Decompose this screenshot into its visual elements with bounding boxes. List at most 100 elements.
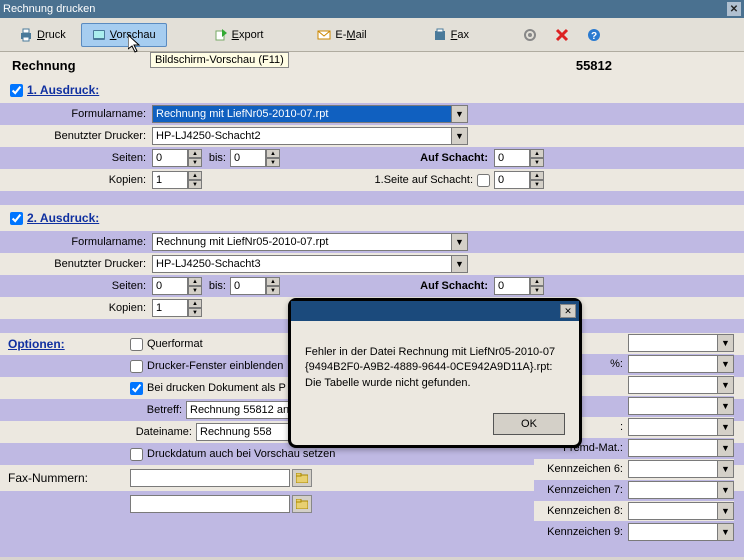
kv-input-5[interactable] xyxy=(628,418,718,436)
seite1-checkbox[interactable] xyxy=(477,174,490,187)
seite1-up[interactable]: ▲ xyxy=(530,171,544,180)
kz6-drop[interactable]: ▼ xyxy=(718,460,734,478)
ausdruck2-heading[interactable]: 2. Ausdruck: xyxy=(27,211,99,225)
vorschau-tooltip: Bildschirm-Vorschau (F11) xyxy=(150,52,289,68)
error-close-button[interactable]: ✕ xyxy=(560,304,576,318)
aufschacht1-input[interactable] xyxy=(494,149,530,167)
bis1-down[interactable]: ▼ xyxy=(266,158,280,167)
error-message: Fehler in der Datei Rechnung mit LiefNr0… xyxy=(291,321,579,409)
seite1-input[interactable] xyxy=(494,171,530,189)
bis1-up[interactable]: ▲ xyxy=(266,149,280,158)
kz7-label: Kennzeichen 7: xyxy=(534,484,628,496)
fax-browse-button[interactable] xyxy=(292,469,312,487)
document-type: Rechnung xyxy=(12,58,76,73)
cancel-button[interactable] xyxy=(548,23,576,47)
formularname1-input[interactable] xyxy=(152,105,452,123)
drucker2-label: Benutzter Drucker: xyxy=(0,258,152,270)
formularname2-input[interactable] xyxy=(152,233,452,251)
error-ok-button[interactable]: OK xyxy=(493,413,565,435)
druckerfenster-checkbox[interactable] xyxy=(130,360,143,373)
kz6-input[interactable] xyxy=(628,460,718,478)
kv-input-1[interactable] xyxy=(628,334,718,352)
bis1-input[interactable] xyxy=(230,149,266,167)
druck-button[interactable]: DDruckruck xyxy=(8,23,77,47)
kz8-drop[interactable]: ▼ xyxy=(718,502,734,520)
svg-text:?: ? xyxy=(591,31,597,42)
kv-drop-1[interactable]: ▼ xyxy=(718,334,734,352)
formularname2-dropdown[interactable]: ▼ xyxy=(452,233,468,251)
kv-input-2[interactable] xyxy=(628,355,718,373)
drucker1-dropdown[interactable]: ▼ xyxy=(452,127,468,145)
drucker1-label: Benutzter Drucker: xyxy=(0,130,152,142)
kopien2-up[interactable]: ▲ xyxy=(188,299,202,308)
ausdruck2-checkbox[interactable] xyxy=(10,212,23,225)
seiten2-up[interactable]: ▲ xyxy=(188,277,202,286)
aufschacht2-label: Auf Schacht: xyxy=(280,280,494,292)
vorschau-button[interactable]: Vorschau xyxy=(81,23,167,47)
seite1-down[interactable]: ▼ xyxy=(530,180,544,189)
kz7-input[interactable] xyxy=(628,481,718,499)
bis2-input[interactable] xyxy=(230,277,266,295)
fax-button[interactable]: Fax xyxy=(422,23,480,47)
druckdatum-label: Druckdatum auch bei Vorschau setzen xyxy=(147,448,335,460)
formularname1-label: Formularname: xyxy=(0,108,152,120)
formularname1-dropdown[interactable]: ▼ xyxy=(452,105,468,123)
seiten1-label: Seiten: xyxy=(0,152,152,164)
kv-drop-6[interactable]: ▼ xyxy=(718,439,734,457)
window-close-button[interactable]: ✕ xyxy=(727,2,741,16)
export-icon xyxy=(214,28,228,42)
kz7-drop[interactable]: ▼ xyxy=(718,481,734,499)
aufschacht2-input[interactable] xyxy=(494,277,530,295)
drucker2-input[interactable] xyxy=(152,255,452,273)
aufschacht2-up[interactable]: ▲ xyxy=(530,277,544,286)
querformat-checkbox[interactable] xyxy=(130,338,143,351)
kopien2-input[interactable] xyxy=(152,299,188,317)
help-button[interactable]: ? xyxy=(580,23,608,47)
seiten1-input[interactable] xyxy=(152,149,188,167)
email-button[interactable]: E-Mail xyxy=(306,23,377,47)
document-header: Rechnung 55812 xyxy=(0,52,744,77)
optionen-heading[interactable]: Optionen: xyxy=(8,337,65,351)
ausdruck1-heading[interactable]: 1. Ausdruck: xyxy=(27,83,99,97)
export-button[interactable]: Export xyxy=(203,23,275,47)
dateiname-input[interactable] xyxy=(196,423,291,441)
kz9-drop[interactable]: ▼ xyxy=(718,523,734,541)
kv-drop-5[interactable]: ▼ xyxy=(718,418,734,436)
kopien1-down[interactable]: ▼ xyxy=(188,180,202,189)
beidrucken-checkbox[interactable] xyxy=(130,382,143,395)
folder-icon xyxy=(296,499,308,509)
drucker2-dropdown[interactable]: ▼ xyxy=(452,255,468,273)
seiten1-down[interactable]: ▼ xyxy=(188,158,202,167)
seiten2-down[interactable]: ▼ xyxy=(188,286,202,295)
betreff-input[interactable] xyxy=(186,401,296,419)
kopien1-up[interactable]: ▲ xyxy=(188,171,202,180)
kv-drop-3[interactable]: ▼ xyxy=(718,376,734,394)
seiten2-input[interactable] xyxy=(152,277,188,295)
error-dialog: ✕ Fehler in der Datei Rechnung mit LiefN… xyxy=(288,298,582,448)
aufschacht1-down[interactable]: ▼ xyxy=(530,158,544,167)
seiten1-up[interactable]: ▲ xyxy=(188,149,202,158)
settings-button[interactable] xyxy=(516,23,544,47)
fax2-input[interactable] xyxy=(130,495,290,513)
ausdruck1-checkbox[interactable] xyxy=(10,84,23,97)
kz9-input[interactable] xyxy=(628,523,718,541)
aufschacht1-label: Auf Schacht: xyxy=(280,152,494,164)
kv-drop-2[interactable]: ▼ xyxy=(718,355,734,373)
kv-input-6[interactable] xyxy=(628,439,718,457)
drucker1-input[interactable] xyxy=(152,127,452,145)
document-number: 55812 xyxy=(576,58,612,73)
gear-icon xyxy=(523,28,537,42)
fax-input[interactable] xyxy=(130,469,290,487)
bis2-down[interactable]: ▼ xyxy=(266,286,280,295)
druckdatum-checkbox[interactable] xyxy=(130,448,143,461)
kopien2-down[interactable]: ▼ xyxy=(188,308,202,317)
bis2-up[interactable]: ▲ xyxy=(266,277,280,286)
kopien1-input[interactable] xyxy=(152,171,188,189)
aufschacht1-up[interactable]: ▲ xyxy=(530,149,544,158)
kv-input-3[interactable] xyxy=(628,376,718,394)
kv-input-4[interactable] xyxy=(628,397,718,415)
fax2-browse-button[interactable] xyxy=(292,495,312,513)
aufschacht2-down[interactable]: ▼ xyxy=(530,286,544,295)
kv-drop-4[interactable]: ▼ xyxy=(718,397,734,415)
kz8-input[interactable] xyxy=(628,502,718,520)
